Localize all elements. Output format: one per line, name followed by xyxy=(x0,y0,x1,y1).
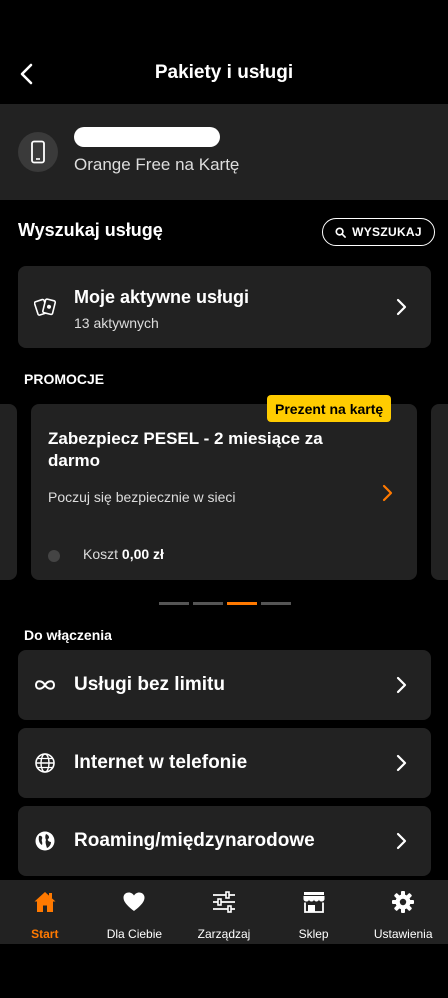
tab-label: Start xyxy=(31,927,59,941)
masked-phone-number xyxy=(74,127,220,147)
promo-cost: Koszt 0,00 zł xyxy=(83,546,164,562)
active-services-card[interactable]: Moje aktywne usługi 13 aktywnych xyxy=(18,266,431,348)
phone-icon xyxy=(18,132,58,172)
pager-dot[interactable] xyxy=(261,602,291,605)
promo-badge: Prezent na kartę xyxy=(267,395,392,422)
gear-icon xyxy=(392,891,415,913)
tab-start[interactable]: Start xyxy=(0,880,90,944)
shop-icon xyxy=(303,892,325,913)
chevron-right-icon xyxy=(396,676,407,694)
search-button-label: WYSZUKAJ xyxy=(352,225,422,239)
search-icon xyxy=(335,226,347,238)
service-label: Internet w telefonie xyxy=(74,752,248,773)
chevron-right-icon xyxy=(396,298,407,316)
tab-dla-ciebie[interactable]: Dla Ciebie xyxy=(90,880,180,944)
promo-description: Poczuj się bezpiecznie w sieci xyxy=(48,489,236,505)
top-bar: Pakiety i usługi xyxy=(0,0,448,104)
tab-label: Sklep xyxy=(298,927,329,941)
cards-icon xyxy=(34,298,57,316)
active-services-count: 13 aktywnych xyxy=(74,315,159,331)
promo-cost-value: 0,00 zł xyxy=(121,546,164,562)
to-enable-label: Do włączenia xyxy=(24,627,112,643)
promo-card[interactable]: Prezent na kartę Zabezpiecz PESEL - 2 mi… xyxy=(31,395,417,580)
service-label: Usługi bez limitu xyxy=(74,674,225,695)
heart-icon xyxy=(123,892,145,911)
tab-ustawienia[interactable]: Ustawienia xyxy=(358,880,448,944)
promotions-label: PROMOCJE xyxy=(24,371,105,387)
home-icon xyxy=(34,892,56,912)
search-button[interactable]: WYSZUKAJ xyxy=(322,218,435,246)
tab-label: Dla Ciebie xyxy=(106,927,163,941)
search-section-title: Wyszukaj usługę xyxy=(18,220,163,240)
service-unlimited[interactable]: Usługi bez limitu xyxy=(18,650,431,720)
account-panel[interactable] xyxy=(0,104,448,200)
tab-zarzadzaj[interactable]: Zarządzaj xyxy=(179,880,269,944)
status-dot xyxy=(48,550,60,562)
page-title: Pakiety i usługi xyxy=(154,62,294,83)
account-plan-name: Orange Free na Kartę xyxy=(74,155,240,174)
pager-dot[interactable] xyxy=(193,602,223,605)
active-services-title: Moje aktywne usługi xyxy=(74,287,250,307)
promo-title: Zabezpiecz PESEL - 2 miesiące za darmo xyxy=(48,429,323,470)
service-roaming[interactable]: Roaming/międzynarodowe xyxy=(18,806,431,876)
chevron-right-icon xyxy=(396,832,407,850)
chevron-right-icon xyxy=(382,484,393,502)
pager-dot-active[interactable] xyxy=(227,602,257,605)
tab-label: Zarządzaj xyxy=(197,927,251,941)
tab-sklep[interactable]: Sklep xyxy=(269,880,359,944)
service-internet[interactable]: Internet w telefonie xyxy=(18,728,431,798)
world-icon xyxy=(35,831,55,851)
tab-label: Ustawienia xyxy=(373,927,433,941)
sliders-icon xyxy=(212,891,235,913)
chevron-right-icon xyxy=(396,754,407,772)
promo-card-next[interactable] xyxy=(431,404,448,580)
service-label: Roaming/międzynarodowe xyxy=(74,830,315,851)
promo-cost-label: Koszt xyxy=(83,546,119,562)
bottom-tab-bar: Start Dla Ciebie Zarządzaj Sklep Ustawie… xyxy=(0,880,448,944)
infinity-icon xyxy=(34,680,56,690)
promo-card-previous[interactable] xyxy=(0,404,17,580)
globe-icon xyxy=(35,753,55,773)
pager-dot[interactable] xyxy=(159,602,189,605)
carousel-pager xyxy=(159,602,291,605)
